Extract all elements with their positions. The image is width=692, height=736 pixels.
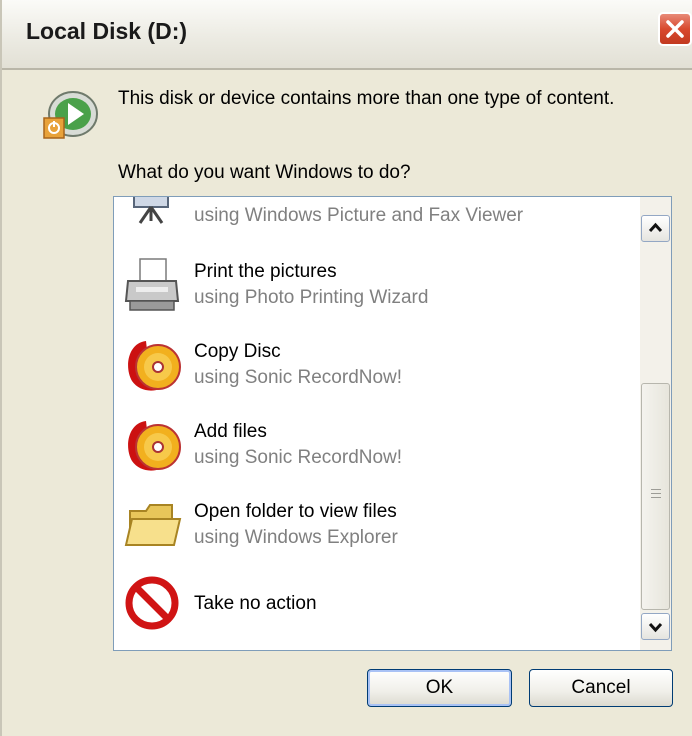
list-item-open-folder[interactable]: Open folder to view files using Windows …: [114, 487, 634, 557]
scroll-up-button[interactable]: [641, 215, 670, 242]
dialog-message: This disk or device contains more than o…: [118, 88, 615, 109]
window-title: Local Disk (D:): [26, 18, 188, 44]
list-item-picture-viewer[interactable]: using Windows Picture and Fax Viewer: [114, 197, 634, 245]
autoplay-dialog: Local Disk (D:) This disk or device cont…: [0, 0, 692, 736]
autoplay-icon: [43, 91, 98, 139]
dialog-prompt: What do you want Windows to do?: [118, 162, 411, 183]
cd-burn-icon: [128, 421, 181, 471]
list-item-take-no-action[interactable]: Take no action: [114, 569, 634, 639]
list-item-copy-disc[interactable]: Copy Disc using Sonic RecordNow!: [114, 327, 634, 397]
item-title: Open folder to view files: [194, 501, 397, 522]
chevron-down-icon: [648, 622, 663, 633]
list-item-print-pictures[interactable]: Print the pictures using Photo Printing …: [114, 247, 634, 317]
grip-icon: [651, 489, 661, 498]
close-button[interactable]: [658, 12, 692, 46]
item-subtitle: using Windows Picture and Fax Viewer: [194, 205, 524, 226]
title-bar[interactable]: Local Disk (D:): [2, 0, 692, 70]
item-title: Print the pictures: [194, 261, 337, 282]
chevron-up-icon: [648, 222, 663, 233]
action-list[interactable]: using Windows Picture and Fax Viewer Pri…: [113, 196, 672, 651]
printer-icon: [124, 258, 180, 311]
item-title: Add files: [194, 421, 267, 442]
scroll-thumb[interactable]: [641, 383, 670, 610]
cancel-button[interactable]: Cancel: [529, 669, 673, 707]
cd-burn-icon: [128, 341, 181, 391]
no-action-icon: [125, 576, 179, 630]
item-title: Take no action: [194, 593, 317, 614]
folder-icon: [124, 504, 182, 546]
scroll-down-button[interactable]: [641, 613, 670, 640]
vertical-scrollbar[interactable]: [640, 197, 671, 650]
item-subtitle: using Sonic RecordNow!: [194, 367, 403, 388]
item-subtitle: using Photo Printing Wizard: [194, 287, 429, 308]
slideshow-icon: [133, 197, 169, 224]
item-subtitle: using Sonic RecordNow!: [194, 447, 403, 468]
ok-button[interactable]: OK: [367, 669, 512, 707]
item-title: Copy Disc: [194, 341, 281, 362]
close-icon: [666, 20, 684, 38]
list-item-add-files[interactable]: Add files using Sonic RecordNow!: [114, 407, 634, 477]
item-subtitle: using Windows Explorer: [194, 527, 398, 548]
